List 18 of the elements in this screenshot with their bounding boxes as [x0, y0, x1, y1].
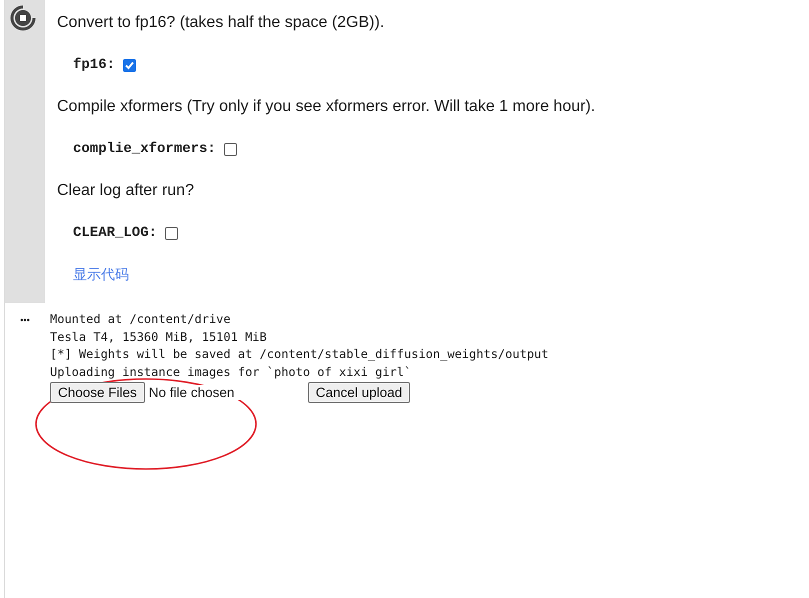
output-menu[interactable]: ••• — [5, 311, 45, 403]
choose-files-button[interactable]: Choose Files — [50, 382, 145, 403]
field-label: complie_xformers: — [73, 141, 216, 157]
form-description: Clear log after run? — [57, 181, 195, 201]
field-label: fp16: — [73, 57, 116, 73]
checkbox[interactable] — [165, 226, 178, 240]
form-description: Convert to fp16? (takes half the space (2GB)). — [57, 13, 386, 33]
field-label: CLEAR_LOG: — [73, 225, 158, 241]
output-line: [*] Weights will be saved at /content/stable_diffusion_weights/output — [50, 346, 548, 363]
form-description: Compile xformers (Try only if you see xformers error. Will take 1 more hour). — [57, 97, 596, 117]
cancel-upload-button[interactable]: Cancel upload — [308, 382, 410, 403]
stop-icon[interactable] — [10, 5, 36, 31]
checkbox[interactable] — [123, 58, 136, 72]
output-line: Uploading instance images for `photo of xixi girl` — [50, 364, 412, 381]
show-code-link[interactable]: 显示代码 — [73, 266, 129, 284]
checkbox[interactable] — [224, 142, 237, 156]
output-line: Tesla T4, 15360 MiB, 15101 MiB — [50, 328, 268, 346]
output-line: Mounted at /content/drive — [50, 311, 232, 328]
